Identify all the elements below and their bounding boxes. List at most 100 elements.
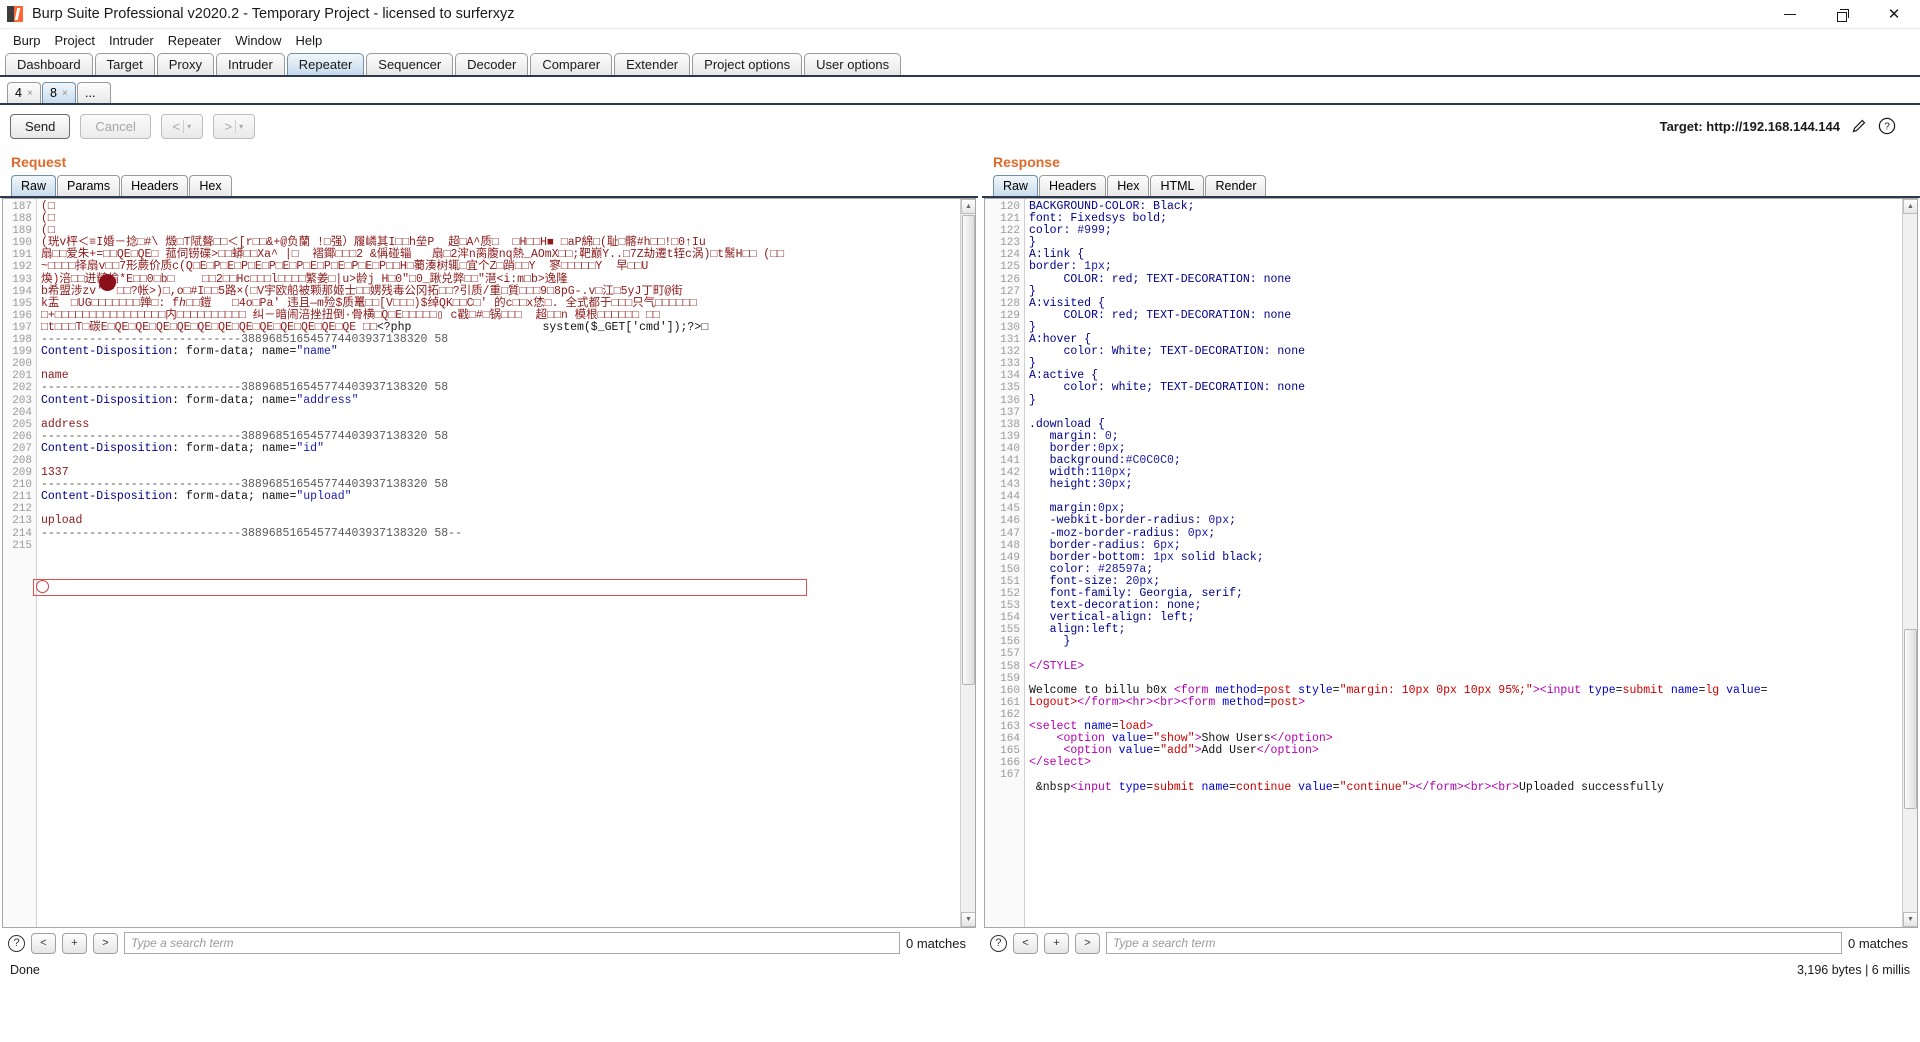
tab-intruder[interactable]: Intruder [215, 53, 285, 75]
line-number: 201 [12, 370, 32, 383]
tab-user-options[interactable]: User options [804, 53, 902, 75]
minimize-button[interactable] [1764, 0, 1816, 29]
code-token: = [1332, 780, 1340, 794]
menu-item-burp[interactable]: Burp [6, 31, 47, 50]
line-number: 199 [12, 346, 32, 359]
response-tab-html[interactable]: HTML [1150, 175, 1205, 196]
menu-item-window[interactable]: Window [228, 31, 288, 50]
response-line: A:link { [1029, 249, 1902, 261]
pencil-icon[interactable] [1849, 117, 1868, 136]
repeater-tab-4[interactable]: 4 × [7, 82, 41, 103]
help-icon[interactable]: ? [8, 934, 25, 952]
line-number: 120 [1000, 201, 1020, 213]
search-prev-button[interactable]: < [31, 932, 56, 954]
tab-dashboard[interactable]: Dashboard [5, 53, 93, 75]
back-button[interactable]: < ▾ [160, 113, 203, 139]
line-number: 125 [1000, 261, 1020, 274]
request-code[interactable]: (□ (□ (□ (珖v枰＜≡I婚－捻□#\ 燬□T陚聱□□＜[r□□&+@负蘭 !□… [37, 199, 960, 927]
tab-project-options[interactable]: Project options [692, 53, 803, 75]
code-token: name [1201, 780, 1230, 794]
search-next-button[interactable]: > [93, 932, 118, 954]
tab-sequencer[interactable]: Sequencer [366, 53, 454, 75]
line-number: 153 [1000, 600, 1020, 613]
scroll-down-icon[interactable]: ▼ [960, 912, 975, 927]
repeater-tab-dotdotdot[interactable]: ... [77, 82, 111, 103]
payload-marker-circle [36, 580, 49, 593]
menu-bar: Burp Project Intruder Repeater Window Help [0, 29, 1920, 51]
request-tab-raw[interactable]: Raw [11, 175, 57, 196]
search-add-button[interactable]: + [1043, 932, 1069, 954]
code-token: <input [1070, 780, 1119, 794]
tab-extender[interactable]: Extender [614, 53, 691, 75]
line-number: 164 [1000, 733, 1020, 746]
request-scrollbar[interactable]: ▲ ▼ [959, 199, 975, 927]
close-icon[interactable]: × [27, 88, 33, 99]
response-line: color: White; TEXT-DECORATION: none [1029, 346, 1902, 358]
form-field-value: address [41, 417, 90, 431]
menu-item-project[interactable]: Project [47, 31, 101, 50]
request-tab-hex[interactable]: Hex [189, 175, 232, 196]
code-token: Logout> [1028, 695, 1078, 709]
close-button[interactable]: ✕ [1868, 0, 1920, 29]
menu-item-repeater[interactable]: Repeater [161, 31, 228, 50]
menu-item-intruder[interactable]: Intruder [102, 31, 161, 50]
tab-decoder[interactable]: Decoder [455, 53, 529, 75]
code-token: ; [1229, 514, 1237, 528]
request-editor[interactable]: 187 188 189 190 191 192 193 194 195 196 197 198 199 2… [2, 198, 976, 928]
scroll-thumb[interactable] [1904, 629, 1917, 809]
help-icon[interactable]: ? [1877, 117, 1896, 136]
status-right-text: 3,196 bytes | 6 millis [1796, 962, 1910, 977]
scroll-up-icon[interactable]: ▲ [1903, 199, 1917, 214]
search-next-button[interactable]: > [1074, 932, 1100, 954]
code-token: = [1760, 683, 1768, 697]
close-icon[interactable]: × [62, 88, 68, 99]
target-url-label: Target: http://192.168.144.144 [1659, 118, 1840, 134]
line-number: 209 [12, 467, 32, 480]
window-title: Burp Suite Professional v2020.2 - Tempor… [32, 6, 515, 22]
code-token: #28597a [1097, 562, 1147, 576]
scroll-thumb[interactable] [961, 215, 975, 685]
line-number: 189 [12, 225, 32, 238]
line-number: 139 [1000, 430, 1020, 443]
search-add-button[interactable]: + [62, 932, 87, 954]
send-button[interactable]: Send [10, 113, 71, 139]
request-line: Content-Disposition: form-data; name="id… [41, 441, 960, 455]
help-icon[interactable]: ? [989, 934, 1007, 952]
request-tab-params[interactable]: Params [57, 175, 121, 196]
tab-repeater[interactable]: Repeater [286, 53, 365, 75]
code-token: <option [1028, 744, 1119, 758]
tab-proxy[interactable]: Proxy [156, 53, 214, 75]
response-search-input[interactable] [1105, 932, 1843, 954]
maximize-button[interactable] [1816, 0, 1868, 29]
header-value: "id" [296, 441, 324, 455]
response-line [1029, 648, 1902, 660]
request-tab-headers[interactable]: Headers [121, 175, 189, 196]
repeater-tab-8[interactable]: 8 × [42, 82, 76, 103]
code-token: color: White; TEXT-DECORATION: none [1028, 345, 1305, 359]
scroll-up-icon[interactable]: ▲ [960, 199, 975, 214]
tab-comparer[interactable]: Comparer [530, 53, 613, 75]
response-code[interactable]: BACKGROUND-COLOR: Black; font: Fixedsys b… [1025, 199, 1902, 927]
line-number: 145 [1000, 503, 1020, 516]
code-token: ; [1125, 466, 1133, 480]
response-tab-raw[interactable]: Raw [992, 175, 1038, 196]
menu-item-help[interactable]: Help [288, 31, 329, 50]
response-tab-render[interactable]: Render [1205, 175, 1267, 196]
response-editor[interactable]: 120 121 122 123 124 125 126 127 128 129 130 131 132 1… [983, 198, 1918, 928]
tab-target[interactable]: Target [94, 53, 155, 75]
response-scrollbar[interactable]: ▲ ▼ [1902, 199, 1917, 927]
line-number: 211 [12, 491, 32, 504]
code-token: ; [1208, 526, 1216, 540]
scroll-down-icon[interactable]: ▼ [1903, 912, 1917, 927]
code-token: } [1028, 284, 1036, 298]
code-token: 1px [1084, 260, 1105, 274]
code-token: 0px [1097, 441, 1119, 455]
search-prev-button[interactable]: < [1012, 932, 1038, 954]
line-number: 132 [1000, 346, 1020, 359]
forward-button[interactable]: > ▾ [212, 113, 255, 139]
code-token: "add" [1160, 744, 1195, 758]
request-search-input[interactable] [124, 932, 900, 954]
response-tab-hex[interactable]: Hex [1107, 175, 1150, 196]
response-line: </select> [1029, 757, 1902, 769]
response-tab-headers[interactable]: Headers [1038, 175, 1107, 196]
